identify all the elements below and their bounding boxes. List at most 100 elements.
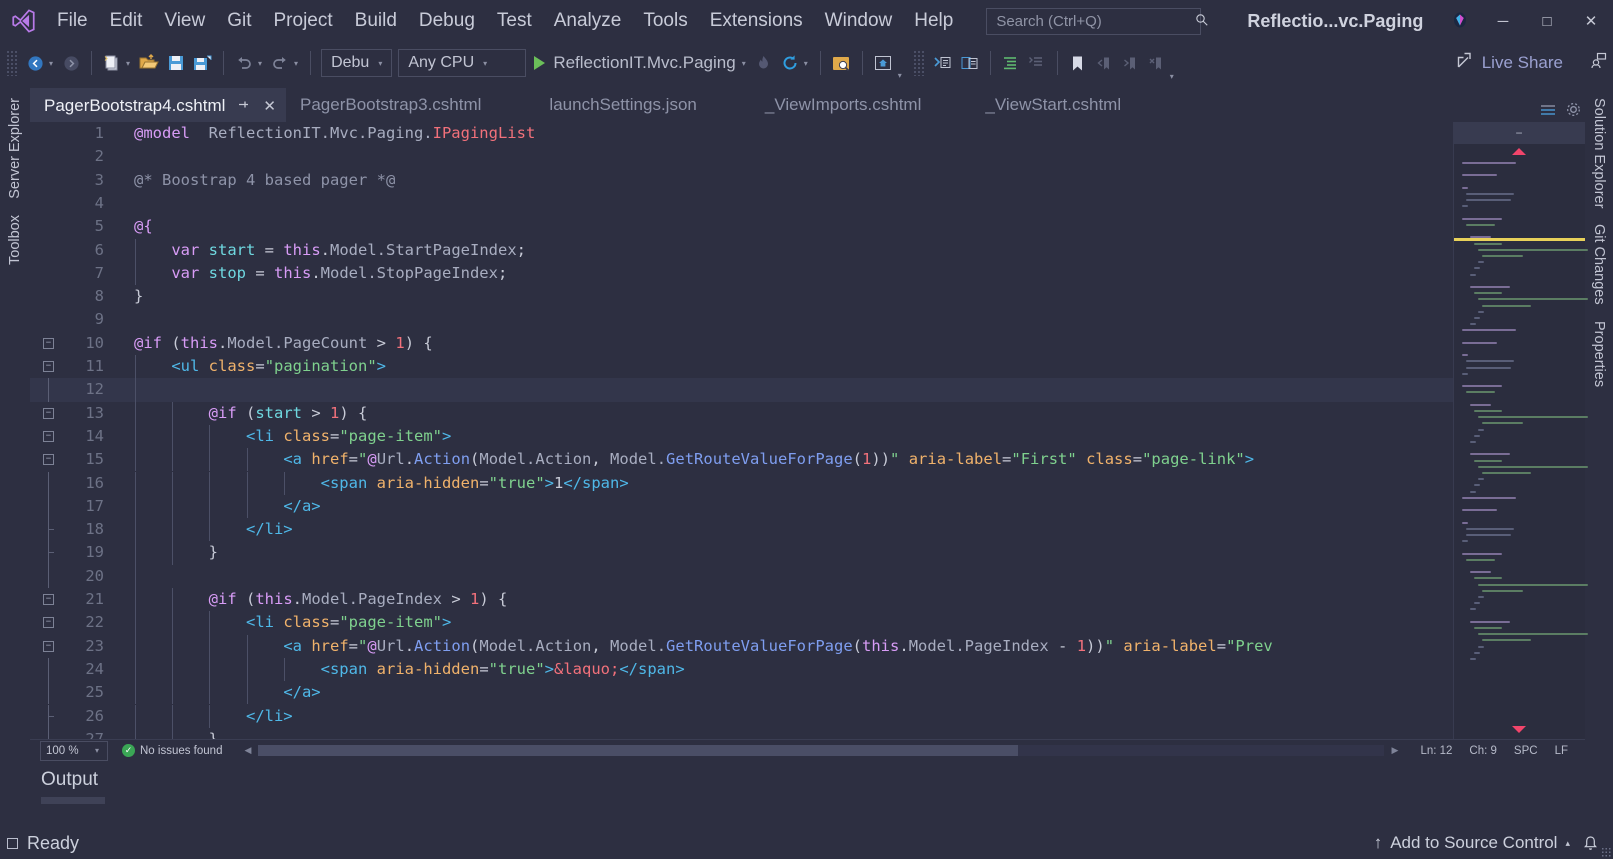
code-text[interactable]: </a> <box>134 681 320 704</box>
scroll-right-icon[interactable]: ▶ <box>1392 745 1399 756</box>
expand-all-outlining-icon[interactable] <box>998 48 1024 78</box>
code-line[interactable]: 19 } <box>30 541 1453 565</box>
sidebar-item-solution-explorer[interactable]: Solution Explorer <box>1591 90 1607 216</box>
toolbar-overflow-caret[interactable]: ▾ <box>1169 72 1179 84</box>
menu-edit[interactable]: Edit <box>99 0 154 42</box>
code-line[interactable]: − 13 @if (start > 1) { <box>30 401 1453 425</box>
menu-help[interactable]: Help <box>903 0 964 42</box>
issues-indicator[interactable]: ✓ No issues found <box>122 744 222 757</box>
bookmark-icon[interactable] <box>1065 48 1091 78</box>
code-text[interactable]: @if (this.Model.PageCount > 1) { <box>134 332 433 355</box>
live-share-button[interactable]: Live Share <box>1457 42 1613 84</box>
minimize-button[interactable]: ─ <box>1481 0 1525 42</box>
collapse-outlining-icon[interactable]: − <box>43 337 54 349</box>
home-page-caret[interactable]: ▾ <box>897 71 907 84</box>
collapse-all-outlining-icon[interactable] <box>1024 48 1050 78</box>
code-text[interactable]: <span aria-hidden="true">&laquo;</span> <box>134 658 685 681</box>
code-text[interactable]: @if (this.Model.PageIndex > 1) { <box>134 588 508 611</box>
code-line[interactable]: − 10 @if (this.Model.PageCount > 1) { <box>30 332 1453 355</box>
code-line[interactable]: 6 var start = this.Model.StartPageIndex; <box>30 238 1453 262</box>
navigate-forward-icon[interactable] <box>58 48 84 78</box>
code-line[interactable]: 7 var stop = this.Model.StopPageIndex; <box>30 261 1453 286</box>
close-icon[interactable]: ✕ <box>263 97 276 115</box>
menu-build[interactable]: Build <box>344 0 408 42</box>
code-line[interactable]: 9 <box>30 308 1453 331</box>
collapse-outlining-icon[interactable]: − <box>43 617 54 629</box>
toolbar-grip-2[interactable] <box>912 50 925 76</box>
code-text[interactable]: </li> <box>134 705 293 728</box>
code-line[interactable]: − 11 <ul class="pagination"> <box>30 355 1453 379</box>
notification-bell-icon[interactable] <box>1579 835 1601 852</box>
navigate-backward-caret[interactable]: ▾ <box>48 59 58 68</box>
code-line[interactable]: 12 <box>30 378 1453 402</box>
open-file-icon[interactable] <box>135 48 163 78</box>
collapse-outlining-icon[interactable]: − <box>43 361 54 372</box>
menu-analyze[interactable]: Analyze <box>543 0 633 42</box>
minimap-error-marker-bottom[interactable] <box>1512 726 1526 733</box>
refresh-caret[interactable]: ▾ <box>803 59 813 68</box>
maximize-button[interactable]: □ <box>1525 0 1569 42</box>
code-line[interactable]: −15 <a href="@Url.Action(Model.Action, M… <box>30 448 1453 472</box>
output-pane[interactable]: Output <box>0 761 1613 827</box>
window-resize-grip[interactable] <box>1601 847 1611 857</box>
redo-caret[interactable]: ▾ <box>293 59 303 68</box>
start-debugging-caret[interactable]: ▾ <box>741 59 751 68</box>
code-line[interactable]: − 14 <li class="page-item"> <box>30 424 1453 449</box>
code-line[interactable]: − 22 <li class="page-item"> <box>30 611 1453 635</box>
new-item-caret[interactable]: ▾ <box>125 59 135 68</box>
solution-configuration-dropdown[interactable]: Debu ▾ <box>321 49 393 77</box>
minimap-body[interactable] <box>1453 144 1588 739</box>
redo-icon[interactable] <box>267 48 293 78</box>
clear-bookmarks-icon[interactable] <box>1143 48 1169 78</box>
code-line[interactable]: 4 <box>30 192 1453 215</box>
code-text[interactable]: @if (start > 1) { <box>134 402 368 425</box>
gear-icon[interactable] <box>1566 102 1581 122</box>
code-text[interactable]: <ul class="pagination"> <box>134 355 386 378</box>
code-text[interactable]: } <box>134 541 218 564</box>
uncomment-selection-icon[interactable] <box>956 48 983 78</box>
code-line[interactable]: 26 </li> <box>30 704 1453 728</box>
code-line[interactable]: 25 </a> <box>30 681 1453 705</box>
menu-debug[interactable]: Debug <box>408 0 486 42</box>
scroll-left-icon[interactable]: ◀ <box>244 745 251 756</box>
new-item-icon[interactable] <box>99 48 125 78</box>
menu-project[interactable]: Project <box>263 0 344 42</box>
code-editor[interactable]: 1 @model ReflectionIT.Mvc.Paging.IPagingL… <box>30 122 1453 739</box>
collapse-outlining-icon[interactable]: − <box>43 454 54 466</box>
code-line[interactable]: 20 <box>30 564 1453 588</box>
tab-pagerbootstrap3[interactable]: PagerBootstrap3.cshtml <box>286 88 491 122</box>
code-line[interactable]: 1 @model ReflectionIT.Mvc.Paging.IPagingL… <box>30 122 1453 145</box>
menu-view[interactable]: View <box>153 0 216 42</box>
code-text[interactable]: @* Boostrap 4 based pager *@ <box>134 169 395 192</box>
menu-file[interactable]: File <box>46 0 99 42</box>
scrollbar-thumb[interactable] <box>258 745 1019 756</box>
minimap-expand-button[interactable]: − <box>1453 122 1585 144</box>
code-line[interactable]: − 21 @if (this.Model.PageIndex > 1) { <box>30 588 1453 612</box>
refresh-icon[interactable] <box>777 48 803 78</box>
minimap-error-marker-top[interactable] <box>1512 148 1526 155</box>
code-text[interactable]: </a> <box>134 495 320 518</box>
horizontal-scrollbar[interactable]: ◀ ▶ <box>240 745 1402 756</box>
close-button[interactable]: ✕ <box>1569 0 1613 42</box>
minimap-viewport-indicator[interactable] <box>1454 238 1585 241</box>
undo-icon[interactable] <box>231 48 257 78</box>
code-text[interactable]: } <box>134 285 143 308</box>
sidebar-item-toolbox[interactable]: Toolbox <box>7 207 23 273</box>
sidebar-item-properties[interactable]: Properties <box>1591 313 1607 395</box>
line-ending-indicator[interactable]: LF <box>1555 745 1568 757</box>
next-bookmark-icon[interactable] <box>1117 48 1143 78</box>
code-text[interactable]: var start = this.Model.StartPageIndex; <box>134 239 526 262</box>
menu-window[interactable]: Window <box>814 0 904 42</box>
tab-viewimports[interactable]: _ViewImports.cshtml <box>751 88 932 122</box>
collapse-outlining-icon[interactable]: − <box>43 594 54 605</box>
collapse-outlining-icon[interactable]: − <box>43 430 54 442</box>
split-view-icon[interactable] <box>1540 103 1556 122</box>
tab-viewstart[interactable]: _ViewStart.cshtml <box>971 88 1131 122</box>
hot-reload-flame-icon[interactable] <box>751 48 777 78</box>
select-browser-icon[interactable] <box>828 48 855 78</box>
save-icon[interactable] <box>163 48 189 78</box>
minimap[interactable]: − <box>1453 122 1588 739</box>
undo-caret[interactable]: ▾ <box>257 59 267 68</box>
collapse-outlining-icon[interactable]: − <box>43 407 54 419</box>
code-text[interactable]: <span aria-hidden="true">1</span> <box>134 472 629 495</box>
